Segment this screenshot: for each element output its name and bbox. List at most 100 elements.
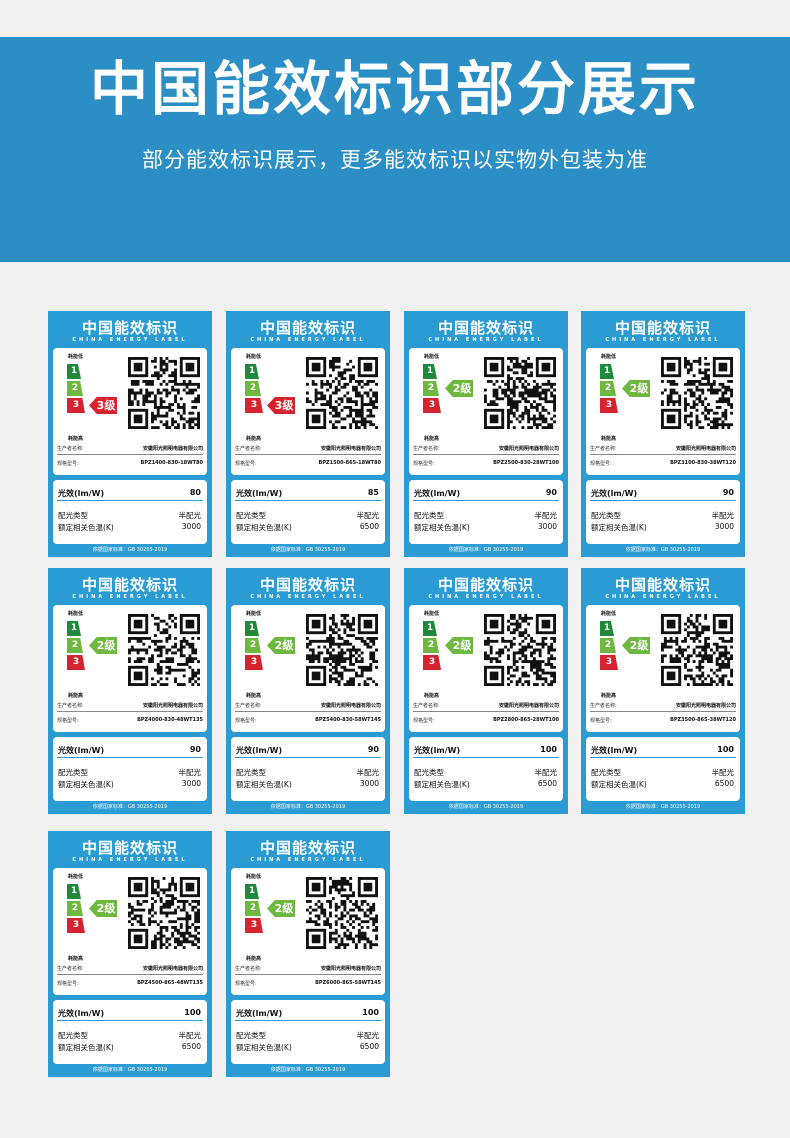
distribution-type-key: 配光类型	[591, 768, 621, 777]
model-key: 规格型号:	[413, 461, 435, 467]
model-row: 规格型号: BPZ4500-865-48WT135	[57, 978, 203, 989]
qr-code	[306, 614, 378, 686]
divider	[235, 500, 381, 501]
low-consumption-text: 耗能低	[601, 611, 617, 617]
model-key: 规格型号:	[57, 718, 79, 724]
maker-value: 安徽阳光照明电器有限公司	[675, 703, 736, 709]
label-upper-panel: 耗能低 1 2 3 2级 耗能高 生产者名称: 安徽阳光照明电器有限公司 规格型…	[586, 605, 740, 732]
color-temp-key: 额定相关色温(K)	[58, 780, 114, 789]
maker-row: 生产者名称: 安徽阳光照明电器有限公司	[57, 443, 203, 455]
color-temp-key: 额定相关色温(K)	[236, 780, 292, 789]
grade-bar-1: 1	[600, 364, 614, 379]
high-consumption-text: 耗能高	[601, 436, 617, 442]
grade-bar-2: 2	[67, 901, 83, 916]
high-consumption-text: 耗能高	[68, 436, 84, 442]
grade-bar-2: 2	[423, 638, 439, 653]
grade-bar-1: 1	[600, 621, 614, 636]
maker-key: 生产者名称:	[57, 703, 84, 709]
model-key: 规格型号:	[590, 461, 612, 467]
grade-bar-3: 3	[67, 398, 85, 413]
low-consumption-text: 耗能低	[424, 611, 440, 617]
grade-bar-1: 1	[67, 621, 81, 636]
grade-bar-3: 3	[67, 918, 85, 933]
distribution-type-key: 配光类型	[591, 511, 621, 520]
energy-label-card: 中国能效标识 CHINA ENERGY LABEL 耗能低 1 2 3 2级 耗…	[48, 831, 212, 1077]
grade-indicator: 2级	[89, 900, 117, 917]
standard-footer: 依据国家标准：GB 30255-2019	[270, 547, 346, 553]
grade-bar-2: 2	[600, 638, 616, 653]
low-consumption-text: 耗能低	[246, 611, 262, 617]
efficacy-key: 光效(lm/W)	[414, 489, 461, 498]
maker-row: 生产者名称: 安徽阳光照明电器有限公司	[413, 443, 559, 455]
divider	[590, 757, 736, 758]
model-key: 规格型号:	[235, 718, 257, 724]
maker-row: 生产者名称: 安徽阳光照明电器有限公司	[590, 700, 736, 712]
grade-bar-3: 3	[423, 655, 441, 670]
grade-indicator: 3级	[89, 397, 117, 414]
color-temp-key: 额定相关色温(K)	[58, 523, 114, 532]
high-consumption-text: 耗能高	[424, 693, 440, 699]
color-temp-value: 6500	[359, 1042, 379, 1051]
maker-row: 生产者名称: 安徽阳光照明电器有限公司	[235, 700, 381, 712]
grade-bar-2: 2	[423, 381, 439, 396]
maker-value: 安徽阳光照明电器有限公司	[142, 966, 203, 972]
model-row: 规格型号: BPZ5400-830-58WT145	[235, 715, 381, 726]
grade-indicator: 2级	[267, 637, 295, 654]
color-temp-key: 额定相关色温(K)	[414, 780, 470, 789]
energy-label-card: 中国能效标识 CHINA ENERGY LABEL 耗能低 1 2 3 2级 耗…	[404, 568, 568, 814]
distribution-type-value: 半配光	[178, 511, 202, 520]
label-lower-panel: 光效(lm/W) 90 配光类型 半配光 额定相关色温(K) 3000	[53, 737, 207, 801]
divider	[57, 500, 203, 501]
grade-indicator: 2级	[445, 637, 473, 654]
distribution-type-key: 配光类型	[236, 1031, 266, 1040]
label-upper-panel: 耗能低 1 2 3 2级 耗能高 生产者名称: 安徽阳光照明电器有限公司 规格型…	[53, 605, 207, 732]
color-temp-value: 3000	[181, 522, 201, 531]
model-row: 规格型号: BPZ4000-830-48WT135	[57, 715, 203, 726]
label-upper-panel: 耗能低 1 2 3 3级 耗能高 生产者名称: 安徽阳光照明电器有限公司 规格型…	[53, 348, 207, 475]
model-row: 规格型号: BPZ6000-865-58WT145	[235, 978, 381, 989]
color-temp-value: 3000	[181, 779, 201, 788]
energy-label-card: 中国能效标识 CHINA ENERGY LABEL 耗能低 1 2 3 2级 耗…	[581, 311, 745, 557]
low-consumption-text: 耗能低	[68, 874, 84, 880]
qr-code	[128, 614, 200, 686]
label-lower-panel: 光效(lm/W) 100 配光类型 半配光 额定相关色温(K) 6500	[409, 737, 563, 801]
grade-bar-2: 2	[245, 901, 261, 916]
label-brand-en: CHINA ENERGY LABEL	[250, 337, 366, 343]
divider	[590, 500, 736, 501]
distribution-type-key: 配光类型	[236, 511, 266, 520]
efficacy-key: 光效(lm/W)	[591, 746, 638, 755]
low-consumption-text: 耗能低	[601, 354, 617, 360]
label-brand-en: CHINA ENERGY LABEL	[250, 857, 366, 863]
model-value: BPZ1500-865-18WT80	[318, 460, 381, 466]
maker-value: 安徽阳光照明电器有限公司	[498, 446, 559, 452]
efficacy-value: 100	[184, 1008, 201, 1017]
divider	[235, 757, 381, 758]
energy-label-card: 中国能效标识 CHINA ENERGY LABEL 耗能低 1 2 3 2级 耗…	[226, 568, 390, 814]
grade-bar-1: 1	[67, 364, 81, 379]
standard-footer: 依据国家标准：GB 30255-2019	[92, 547, 168, 553]
maker-value: 安徽阳光照明电器有限公司	[320, 446, 381, 452]
grade-bar-2: 2	[600, 381, 616, 396]
label-lower-panel: 光效(lm/W) 80 配光类型 半配光 额定相关色温(K) 3000	[53, 480, 207, 544]
maker-value: 安徽阳光照明电器有限公司	[498, 703, 559, 709]
label-upper-panel: 耗能低 1 2 3 2级 耗能高 生产者名称: 安徽阳光照明电器有限公司 规格型…	[409, 605, 563, 732]
grade-bar-3: 3	[423, 398, 441, 413]
color-temp-value: 6500	[537, 779, 557, 788]
distribution-type-key: 配光类型	[58, 1031, 88, 1040]
maker-key: 生产者名称:	[413, 703, 440, 709]
qr-code	[128, 357, 200, 429]
label-lower-panel: 光效(lm/W) 90 配光类型 半配光 额定相关色温(K) 3000	[409, 480, 563, 544]
distribution-type-value: 半配光	[178, 768, 202, 777]
label-brand-cn: 中国能效标识	[81, 839, 178, 857]
color-temp-value: 3000	[359, 779, 379, 788]
efficacy-key: 光效(lm/W)	[236, 1009, 283, 1018]
divider	[57, 757, 203, 758]
maker-key: 生产者名称:	[57, 446, 84, 452]
maker-value: 安徽阳光照明电器有限公司	[675, 446, 736, 452]
efficacy-value: 80	[189, 488, 201, 497]
efficacy-value: 90	[189, 745, 201, 754]
maker-value: 安徽阳光照明电器有限公司	[320, 966, 381, 972]
label-brand-en: CHINA ENERGY LABEL	[72, 857, 188, 863]
label-brand-en: CHINA ENERGY LABEL	[605, 594, 721, 600]
standard-footer: 依据国家标准：GB 30255-2019	[270, 804, 346, 810]
